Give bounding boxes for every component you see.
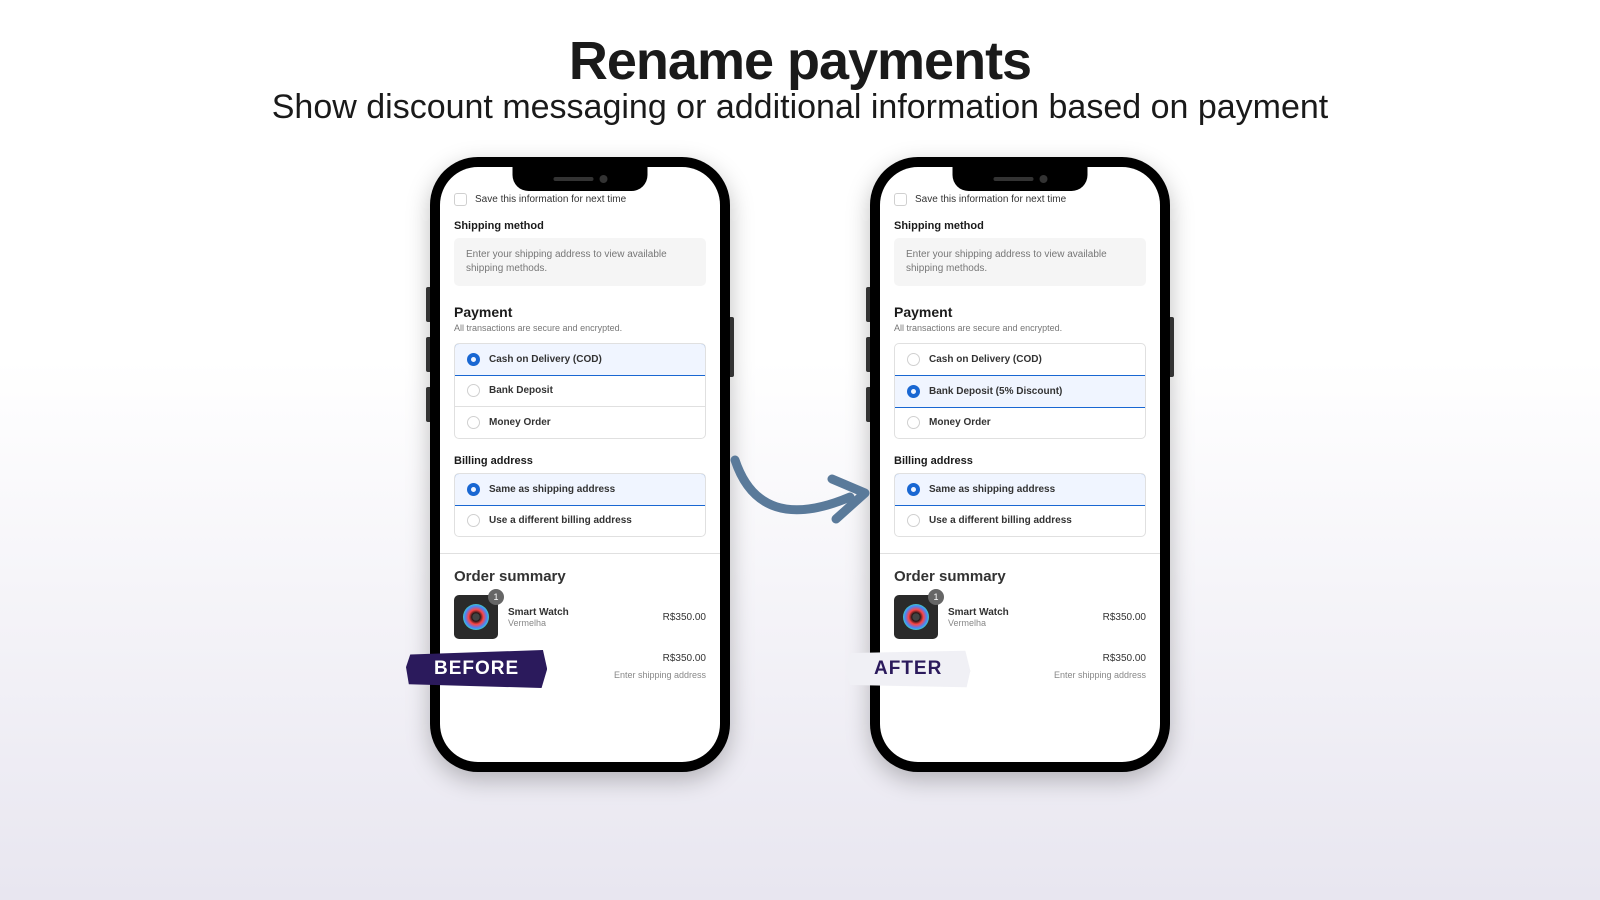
shipping-note: Enter your shipping address to view avai… — [454, 238, 706, 286]
payment-option-bank[interactable]: Bank Deposit (5% Discount) — [894, 375, 1146, 408]
checkbox-icon[interactable] — [454, 193, 467, 206]
radio-icon — [467, 416, 480, 429]
radio-icon — [907, 353, 920, 366]
payment-sub: All transactions are secure and encrypte… — [454, 323, 706, 333]
page-header: Rename payments Show discount messaging … — [0, 0, 1600, 127]
phone-notch — [953, 167, 1088, 191]
payment-option-bank[interactable]: Bank Deposit — [455, 375, 705, 407]
option-label: Cash on Delivery (COD) — [489, 354, 602, 365]
payment-heading: Payment — [454, 304, 706, 320]
radio-icon — [907, 514, 920, 527]
comparison-stage: Save this information for next time Ship… — [0, 157, 1600, 772]
product-image: 1 — [894, 595, 938, 639]
product-info: Smart Watch Vermelha — [508, 607, 653, 628]
option-label: Use a different billing address — [489, 515, 632, 526]
option-label: Use a different billing address — [929, 515, 1072, 526]
shipping-heading: Shipping method — [894, 220, 1146, 232]
shipping-note: Enter your shipping address to view avai… — [894, 238, 1146, 286]
page-subtitle: Show discount messaging or additional in… — [0, 88, 1600, 127]
product-info: Smart Watch Vermelha — [948, 607, 1093, 628]
qty-badge: 1 — [488, 589, 504, 605]
payment-sub: All transactions are secure and encrypte… — [894, 323, 1146, 333]
payment-options: Cash on Delivery (COD) Bank Deposit Mone… — [454, 343, 706, 439]
radio-icon — [907, 416, 920, 429]
product-name: Smart Watch — [508, 607, 653, 618]
radio-icon — [467, 483, 480, 496]
billing-heading: Billing address — [894, 455, 1146, 467]
product-image: 1 — [454, 595, 498, 639]
subtotal-value: R$350.00 — [1103, 653, 1146, 664]
payment-option-cod[interactable]: Cash on Delivery (COD) — [895, 344, 1145, 376]
divider — [880, 553, 1160, 554]
radio-icon — [467, 353, 480, 366]
payment-heading: Payment — [894, 304, 1146, 320]
billing-options: Same as shipping address Use a different… — [454, 473, 706, 537]
billing-diff[interactable]: Use a different billing address — [455, 505, 705, 536]
arrow-icon — [720, 435, 880, 555]
radio-icon — [467, 384, 480, 397]
save-info-row[interactable]: Save this information for next time — [454, 193, 706, 206]
phone-after: Save this information for next time Ship… — [870, 157, 1170, 772]
payment-option-money[interactable]: Money Order — [455, 407, 705, 438]
save-info-label: Save this information for next time — [915, 194, 1066, 205]
phone-notch — [513, 167, 648, 191]
summary-heading: Order summary — [894, 568, 1146, 585]
billing-same[interactable]: Same as shipping address — [454, 473, 706, 506]
product-row: 1 Smart Watch Vermelha R$350.00 — [454, 595, 706, 639]
before-tag: BEFORE — [406, 650, 547, 688]
radio-icon — [907, 483, 920, 496]
option-label: Same as shipping address — [929, 484, 1055, 495]
subtotal-value: R$350.00 — [663, 653, 706, 664]
save-info-label: Save this information for next time — [475, 194, 626, 205]
option-label: Money Order — [489, 417, 551, 428]
save-info-row[interactable]: Save this information for next time — [894, 193, 1146, 206]
shipping-heading: Shipping method — [454, 220, 706, 232]
payment-option-money[interactable]: Money Order — [895, 407, 1145, 438]
qty-badge: 1 — [928, 589, 944, 605]
checkbox-icon[interactable] — [894, 193, 907, 206]
option-label: Money Order — [929, 417, 991, 428]
billing-heading: Billing address — [454, 455, 706, 467]
product-name: Smart Watch — [948, 607, 1093, 618]
phone-before: Save this information for next time Ship… — [430, 157, 730, 772]
option-label: Bank Deposit — [489, 385, 553, 396]
option-label: Bank Deposit (5% Discount) — [929, 386, 1062, 397]
payment-option-cod[interactable]: Cash on Delivery (COD) — [454, 343, 706, 376]
radio-icon — [467, 514, 480, 527]
radio-icon — [907, 385, 920, 398]
option-label: Cash on Delivery (COD) — [929, 354, 1042, 365]
divider — [440, 553, 720, 554]
option-label: Same as shipping address — [489, 484, 615, 495]
product-row: 1 Smart Watch Vermelha R$350.00 — [894, 595, 1146, 639]
payment-options: Cash on Delivery (COD) Bank Deposit (5% … — [894, 343, 1146, 439]
shipping-note: Enter shipping address — [614, 670, 706, 681]
billing-options: Same as shipping address Use a different… — [894, 473, 1146, 537]
product-price: R$350.00 — [663, 612, 706, 623]
product-variant: Vermelha — [948, 618, 1093, 628]
summary-heading: Order summary — [454, 568, 706, 585]
product-variant: Vermelha — [508, 618, 653, 628]
page-title: Rename payments — [0, 30, 1600, 92]
shipping-note: Enter shipping address — [1054, 670, 1146, 681]
product-price: R$350.00 — [1103, 612, 1146, 623]
billing-diff[interactable]: Use a different billing address — [895, 505, 1145, 536]
billing-same[interactable]: Same as shipping address — [894, 473, 1146, 506]
after-tag: AFTER — [846, 650, 970, 688]
